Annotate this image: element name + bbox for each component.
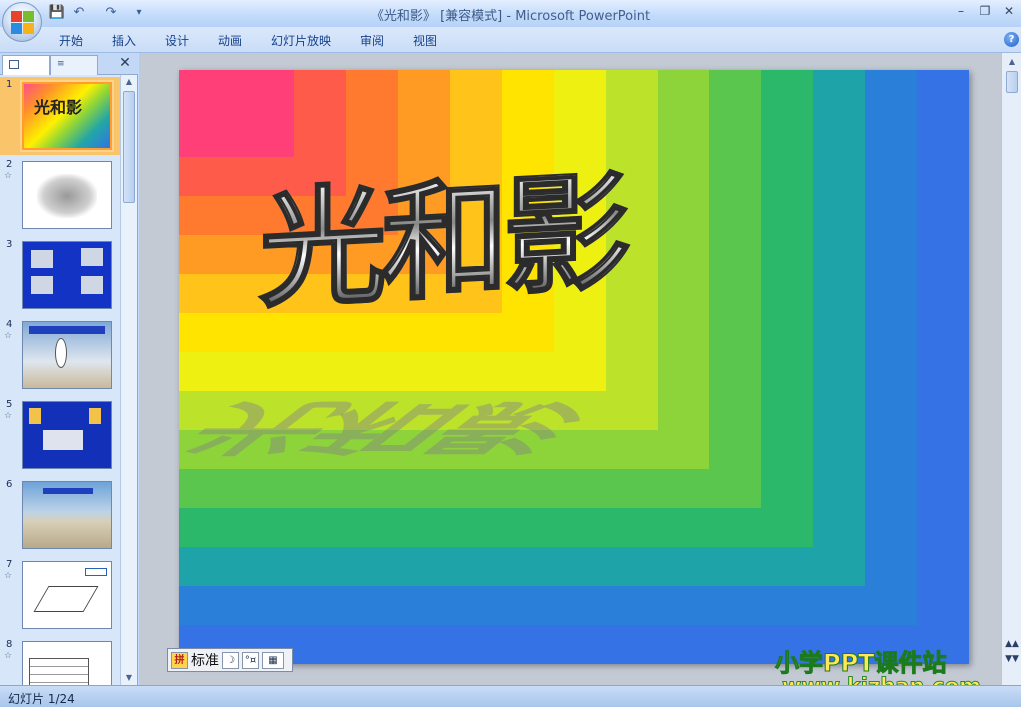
help-icon[interactable]: ? bbox=[1004, 32, 1019, 47]
slide-number: 4 bbox=[6, 319, 13, 330]
slide-number: 1 bbox=[6, 79, 13, 90]
thumb-image bbox=[31, 250, 53, 268]
thumb-table bbox=[29, 658, 89, 685]
thumbnail-row[interactable]: 3 bbox=[0, 237, 120, 317]
scrollbar-thumb[interactable] bbox=[1006, 71, 1018, 93]
ime-mode-label[interactable]: 标准 bbox=[191, 650, 219, 670]
tab-slides[interactable] bbox=[2, 55, 50, 75]
thumbnail-row[interactable]: 6 bbox=[0, 477, 120, 557]
office-button[interactable] bbox=[2, 2, 42, 42]
current-slide[interactable]: 光和影 光和影 bbox=[179, 70, 969, 664]
slide-number: 3 bbox=[6, 239, 13, 250]
moon-icon[interactable]: ☽ bbox=[222, 651, 239, 669]
tab-design[interactable]: 设计 bbox=[165, 32, 189, 49]
thumb-callout bbox=[85, 568, 107, 576]
document-title: 《光和影》 bbox=[370, 9, 436, 24]
slide-number: 6 bbox=[6, 479, 13, 490]
close-button[interactable]: ✕ bbox=[998, 3, 1020, 20]
scroll-down-icon[interactable]: ▼ bbox=[121, 671, 137, 685]
previous-slide-button[interactable]: ▲▲ bbox=[1005, 638, 1019, 650]
slide-title-reflection: 光和影 bbox=[179, 393, 612, 461]
punctuation-icon[interactable]: °¤ bbox=[242, 651, 259, 669]
animation-star-icon: ☆ bbox=[4, 571, 13, 581]
thumbnail-row[interactable]: 4 ☆ bbox=[0, 317, 120, 397]
tab-insert[interactable]: 插入 bbox=[112, 32, 136, 49]
gradient-band bbox=[179, 70, 294, 157]
compat-mode: [兼容模式] bbox=[440, 9, 503, 24]
minimize-button[interactable]: – bbox=[950, 3, 972, 20]
animation-star-icon: ☆ bbox=[4, 331, 13, 341]
animation-star-icon: ☆ bbox=[4, 171, 13, 181]
scroll-up-icon[interactable]: ▲ bbox=[121, 75, 137, 89]
slide-thumbnail-7[interactable] bbox=[22, 561, 112, 629]
slide-number: 5 bbox=[6, 399, 13, 410]
slide-counter: 幻灯片 1/24 bbox=[8, 692, 75, 706]
window-title: 《光和影》 [兼容模式] - Microsoft PowerPoint bbox=[0, 5, 1021, 24]
slide-number: 2 bbox=[6, 159, 13, 170]
tab-animations[interactable]: 动画 bbox=[218, 32, 242, 49]
slide-scrollbar[interactable]: ▲ ▲▲ ▼▼ bbox=[1001, 53, 1021, 685]
tab-home[interactable]: 开始 bbox=[59, 32, 83, 49]
status-bar: 幻灯片 1/24 bbox=[0, 685, 1021, 707]
slides-pane: ≡ ✕ 1 光和影 2 ☆ 3 4 ☆ 5 ☆ 6 7 ☆ 8 ☆ ▲ ▼ bbox=[0, 53, 138, 685]
tab-slideshow[interactable]: 幻灯片放映 bbox=[271, 32, 331, 49]
pane-tabs: ≡ ✕ bbox=[0, 53, 138, 75]
restore-button[interactable]: ❐ bbox=[974, 3, 996, 20]
slide-thumbnail-1[interactable]: 光和影 bbox=[22, 82, 112, 150]
slide-number: 7 bbox=[6, 559, 13, 570]
scroll-up-icon[interactable]: ▲ bbox=[1004, 55, 1020, 69]
title-bar: 💾 ↶ ↷ ▾ 《光和影》 [兼容模式] - Microsoft PowerPo… bbox=[0, 0, 1021, 27]
app-name: Microsoft PowerPoint bbox=[515, 9, 651, 24]
tab-review[interactable]: 审阅 bbox=[360, 32, 384, 49]
thumb-banner bbox=[43, 488, 93, 494]
thumbnail-row[interactable]: 5 ☆ bbox=[0, 397, 120, 477]
slide-number: 8 bbox=[6, 639, 13, 650]
thumb-image bbox=[31, 276, 53, 294]
thumbnail-row[interactable]: 8 ☆ bbox=[0, 637, 120, 685]
animation-star-icon: ☆ bbox=[4, 651, 13, 661]
slide-thumbnail-2[interactable] bbox=[22, 161, 112, 229]
thumb-title: 光和影 bbox=[34, 98, 83, 117]
thumb-image bbox=[37, 174, 97, 218]
title-separator: - bbox=[506, 9, 512, 24]
tab-view[interactable]: 视图 bbox=[413, 32, 437, 49]
thumbnail-row[interactable]: 1 光和影 bbox=[0, 77, 120, 155]
thumb-image bbox=[89, 408, 101, 424]
thumb-diagram bbox=[33, 586, 99, 612]
slide-title[interactable]: 光和影 bbox=[258, 156, 626, 327]
ime-logo-icon[interactable]: 拼 bbox=[171, 651, 188, 669]
slide-thumbnail-6[interactable] bbox=[22, 481, 112, 549]
ime-toolbar: 拼 标准 ☽ °¤ ▦ bbox=[167, 648, 293, 672]
slide-thumbnail-8[interactable] bbox=[22, 641, 112, 685]
slide-thumbnail-5[interactable] bbox=[22, 401, 112, 469]
outline-tab-icon: ≡ bbox=[57, 59, 65, 69]
thumb-image bbox=[81, 248, 103, 266]
thumbnail-row[interactable]: 2 ☆ bbox=[0, 157, 120, 237]
keyboard-icon[interactable]: ▦ bbox=[262, 651, 284, 669]
next-slide-button[interactable]: ▼▼ bbox=[1005, 653, 1019, 665]
slide-editing-area[interactable]: 光和影 光和影 拼 标准 ☽ °¤ ▦ 小学PPT课件站 www.kjzhan.… bbox=[139, 53, 1001, 699]
slide-thumbnails: 1 光和影 2 ☆ 3 4 ☆ 5 ☆ 6 7 ☆ 8 ☆ bbox=[0, 75, 120, 685]
animation-star-icon: ☆ bbox=[4, 411, 13, 421]
tab-outline[interactable]: ≡ bbox=[50, 55, 98, 75]
thumb-shape bbox=[55, 338, 67, 368]
thumb-image bbox=[29, 408, 41, 424]
office-logo-icon bbox=[11, 11, 35, 35]
thumb-banner bbox=[29, 326, 105, 334]
slide-thumbnail-4[interactable] bbox=[22, 321, 112, 389]
slide-thumbnail-3[interactable] bbox=[22, 241, 112, 309]
watermark-title: 小学PPT课件站 bbox=[775, 649, 948, 678]
thumb-image bbox=[81, 276, 103, 294]
thumb-image bbox=[43, 430, 83, 450]
pane-close-icon[interactable]: ✕ bbox=[117, 55, 133, 71]
thumbnails-scrollbar[interactable]: ▲ ▼ bbox=[120, 75, 137, 685]
scrollbar-thumb[interactable] bbox=[123, 91, 135, 203]
thumbnail-row[interactable]: 7 ☆ bbox=[0, 557, 120, 637]
slides-tab-icon bbox=[9, 60, 19, 69]
ribbon-tab-bar: 开始 插入 设计 动画 幻灯片放映 审阅 视图 bbox=[0, 27, 1021, 53]
